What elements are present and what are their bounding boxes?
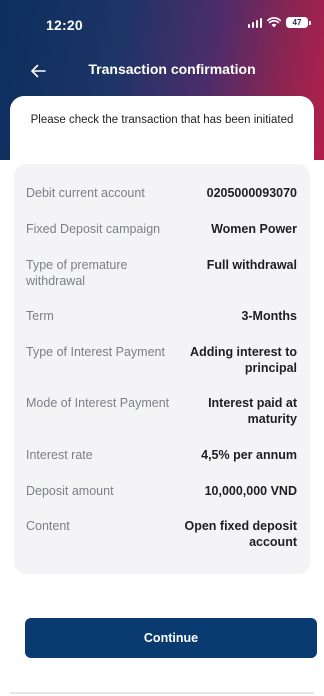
- page-title: Transaction confirmation: [88, 61, 256, 77]
- navigation-bar: Transaction confirmation: [0, 52, 324, 88]
- intro-text: Please check the transaction that has be…: [30, 114, 294, 126]
- detail-row-term: Term 3-Months: [14, 309, 310, 325]
- status-icons: 47: [247, 17, 311, 28]
- detail-value: 0205000093070: [206, 186, 297, 200]
- detail-row-deposit-amount: Deposit amount 10,000,000 VND: [14, 484, 310, 500]
- detail-label: Debit current account: [26, 186, 145, 200]
- status-bar: 12:20 47: [0, 0, 324, 52]
- continue-button[interactable]: Continue: [25, 618, 317, 658]
- detail-row-withdrawal-type: Type of premature withdrawal Full withdr…: [14, 258, 310, 289]
- detail-value: Interest paid at maturity: [208, 396, 297, 426]
- back-arrow-icon[interactable]: [26, 59, 50, 83]
- status-time: 12:20: [46, 17, 83, 33]
- battery-icon: 47: [286, 17, 311, 28]
- detail-value: Adding interest to principal: [190, 345, 297, 375]
- detail-value: Women Power: [211, 222, 297, 236]
- confirmation-sheet: Please check the transaction that has be…: [10, 96, 317, 696]
- detail-value: 3-Months: [241, 309, 297, 323]
- bottom-divider: [10, 692, 314, 694]
- detail-value: 4,5% per annum: [201, 448, 297, 462]
- detail-label: Type of Interest Payment: [26, 345, 165, 359]
- detail-label: Interest rate: [26, 448, 93, 462]
- detail-label: Fixed Deposit campaign: [26, 222, 161, 236]
- detail-row-interest-payment-type: Type of Interest Payment Adding interest…: [14, 345, 310, 376]
- screen: 12:20 47 Transaction confirmation Please: [0, 0, 324, 696]
- wifi-icon: [267, 17, 281, 28]
- detail-label: Mode of Interest Payment: [26, 396, 170, 410]
- detail-row-interest-rate: Interest rate 4,5% per annum: [14, 448, 310, 464]
- detail-value: Full withdrawal: [206, 258, 297, 272]
- detail-value: 10,000,000 VND: [204, 484, 297, 498]
- detail-row-interest-payment-mode: Mode of Interest Payment Interest paid a…: [14, 396, 310, 427]
- detail-label: Type of premature withdrawal: [26, 258, 128, 288]
- detail-row-campaign: Fixed Deposit campaign Women Power: [14, 222, 310, 238]
- signal-icon: [247, 17, 262, 28]
- transaction-details: Debit current account 0205000093070 Fixe…: [14, 164, 310, 574]
- detail-row-debit-account: Debit current account 0205000093070: [14, 186, 310, 202]
- detail-label: Term: [26, 309, 54, 323]
- detail-row-content: Content Open fixed deposit account: [14, 519, 310, 550]
- detail-label: Deposit amount: [26, 484, 114, 498]
- detail-label: Content: [26, 519, 70, 533]
- detail-value: Open fixed deposit account: [184, 519, 297, 549]
